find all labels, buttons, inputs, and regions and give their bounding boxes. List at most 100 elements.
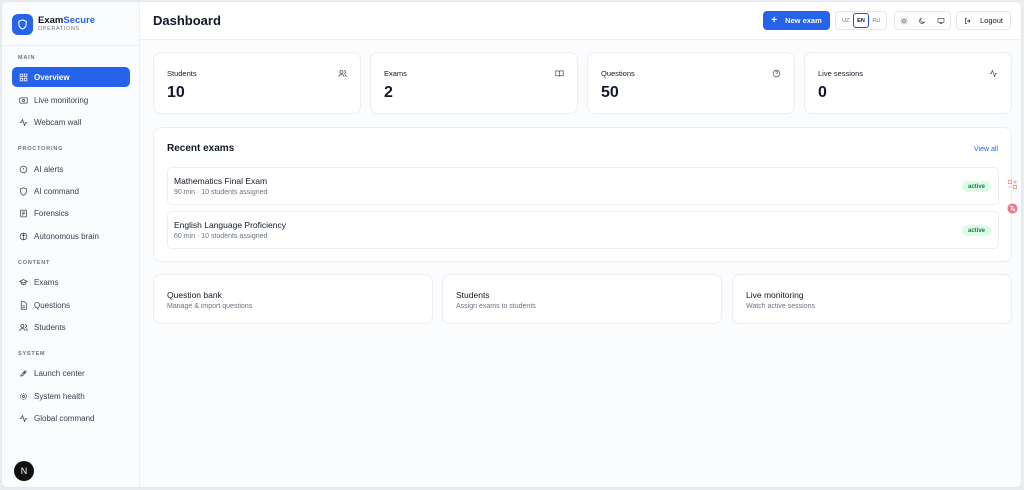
users-icon [338,70,347,77]
extension-grid-icon[interactable] [1007,179,1018,190]
translate-icon[interactable] [1007,203,1018,214]
sidebar-item-webcam-wall[interactable]: Webcam wall [12,112,130,132]
brand-subtitle: OPERATIONS [38,26,80,32]
sidebar-item-label: Exams [34,277,59,287]
theme-switcher [894,11,951,30]
recent-exams-title: Recent exams [167,143,235,154]
graduation-cap-icon [19,278,28,285]
sidebar-item-label: Global command [34,413,95,423]
status-badge: active [961,225,991,236]
desktop-icon[interactable] [937,17,945,25]
sidebar-item-label: Students [34,322,66,332]
activity-icon [19,413,28,423]
stat-label: Questions [601,69,635,78]
exam-meta: 60 min · 10 students assigned [174,233,268,240]
question-bank-card[interactable]: Question bank Manage & import questions [153,274,433,324]
link-subtitle: Manage & import questions [167,303,253,310]
sidebar: ExamSecure OPERATIONS MAIN Overview Live… [2,2,140,487]
sidebar-item-autonomous-brain[interactable]: Autonomous brain [12,226,130,246]
stat-card-questions: Questions 50 [587,52,795,114]
new-exam-button[interactable]: + New exam [763,11,830,30]
sidebar-item-label: AI alerts [34,164,64,174]
forensics-icon [20,209,27,217]
avatar[interactable]: N [14,461,34,481]
brain-icon [19,232,28,240]
sidebar-item-label: Launch center [34,368,85,378]
stat-card-students: Students 10 [153,52,361,114]
stat-card-exams: Exams 2 [370,52,578,114]
logout-button[interactable]: Logout [956,11,1011,30]
sidebar-item-label: Forensics [34,208,69,218]
stat-label: Exams [384,69,407,78]
sidebar-item-students[interactable]: Students [12,317,130,337]
sidebar-item-label: System health [34,391,85,401]
sidebar-item-live-monitoring[interactable]: Live monitoring [12,90,130,110]
page-title: Dashboard [153,13,221,28]
sidebar-item-overview[interactable]: Overview [12,67,130,87]
sun-icon[interactable] [900,17,908,25]
exam-name: Mathematics Final Exam [174,176,268,186]
alert-icon [19,165,28,173]
sidebar-item-launch-center[interactable]: Launch center [12,363,130,383]
brand-name: ExamSecure [38,14,96,26]
sidebar-item-forensics[interactable]: Forensics [12,203,130,223]
link-subtitle: Watch active sessions [746,303,815,310]
sidebar-item-system-health[interactable]: System health [12,386,130,406]
main-content: Students 10 Exams 2 Questions 50 Live se… [140,40,1021,487]
help-circle-icon [772,69,781,78]
sidebar-item-exams[interactable]: Exams [12,272,130,292]
gear-icon [20,392,27,400]
section-title-main: MAIN [18,55,36,61]
sidebar-item-label: Questions [34,300,71,310]
activity-icon [19,117,28,127]
app-window: ExamSecure OPERATIONS MAIN Overview Live… [1,1,1022,488]
exam-row[interactable]: English Language Proficiency 60 min · 10… [167,211,999,249]
sidebar-item-label: Overview [34,72,70,82]
new-exam-label: New exam [785,16,822,25]
sidebar-item-questions[interactable]: Questions [12,295,130,315]
language-switcher: UZ EN RU [835,11,887,30]
status-badge: active [961,181,991,192]
logout-label: Logout [980,16,1003,25]
stat-value: 0 [818,84,827,101]
file-icon [20,300,27,310]
section-title-system: SYSTEM [18,351,46,357]
sidebar-item-global-command[interactable]: Global command [12,408,130,428]
sidebar-item-label: Autonomous brain [34,231,99,241]
sidebar-item-ai-alerts[interactable]: AI alerts [12,159,130,179]
shield-icon [20,186,27,196]
link-title: Students [456,290,490,300]
logout-icon [965,17,971,24]
stat-card-live-sessions: Live sessions 0 [804,52,1012,114]
lang-ru-button[interactable]: RU [869,13,884,28]
link-title: Question bank [167,290,222,300]
shield-logo-icon [12,13,33,35]
lang-uz-button[interactable]: UZ [838,13,853,28]
users-icon [19,323,28,331]
view-all-link[interactable]: View all [974,146,998,153]
exam-row[interactable]: Mathematics Final Exam 90 min · 10 stude… [167,167,999,205]
rocket-icon [20,369,27,377]
section-title-content: CONTENT [18,260,51,266]
section-title-proctoring: PROCTORING [18,146,64,152]
sidebar-item-label: Live monitoring [34,95,89,105]
exam-name: English Language Proficiency [174,220,286,230]
sidebar-item-ai-command[interactable]: AI command [12,181,130,201]
link-title: Live monitoring [746,290,804,300]
activity-icon [989,69,998,78]
stat-label: Live sessions [818,69,864,78]
stat-label: Students [167,69,197,78]
moon-icon[interactable] [918,17,926,25]
stat-value: 2 [384,84,393,101]
exam-meta: 90 min · 10 students assigned [174,189,268,196]
brand[interactable]: ExamSecure OPERATIONS [12,12,95,36]
link-subtitle: Assign exams to students [456,303,536,310]
lang-en-button[interactable]: EN [853,13,869,28]
monitor-icon [19,97,28,103]
plus-icon: + [771,14,778,26]
students-card[interactable]: Students Assign exams to students [442,274,722,324]
divider [2,45,139,46]
stat-value: 10 [167,84,185,101]
live-monitoring-card[interactable]: Live monitoring Watch active sessions [732,274,1012,324]
sidebar-item-label: Webcam wall [34,117,82,127]
